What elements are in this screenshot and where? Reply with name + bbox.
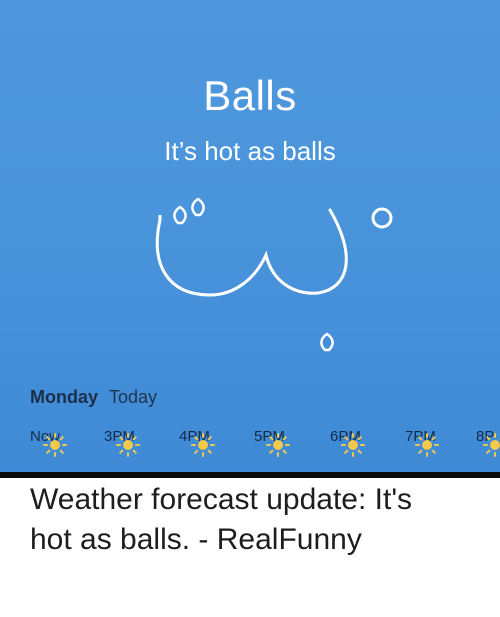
sun-icon [415, 433, 439, 457]
sun-icon [341, 433, 365, 457]
sun-icon [116, 433, 140, 457]
sweat-drop-icon [320, 332, 334, 352]
sweat-drop-icon [173, 205, 187, 225]
divider [0, 472, 500, 478]
bubble-icon [371, 207, 393, 229]
day-label: Monday [30, 387, 99, 407]
hourly-icons [0, 430, 500, 470]
sun-icon [266, 433, 290, 457]
balls-outline [155, 208, 348, 297]
caption-line: Weather forecast update: It's [30, 483, 413, 516]
day-row: Monday Today [30, 387, 157, 408]
sun-icon [483, 433, 500, 457]
city-name: Balls [203, 72, 297, 119]
caption: Weather forecast update: It's hot as bal… [30, 480, 490, 560]
condition-text: It’s hot as balls [164, 136, 336, 166]
caption-line: hot as balls. - RealFunny [30, 523, 362, 556]
today-label: Today [109, 387, 158, 407]
sweating-balls-illustration [155, 197, 393, 352]
sun-icon [43, 433, 67, 457]
sun-icon [191, 433, 215, 457]
weather-panel: Balls It’s hot as balls Monday Today Now… [0, 0, 500, 472]
sweat-drop-icon [191, 197, 205, 217]
